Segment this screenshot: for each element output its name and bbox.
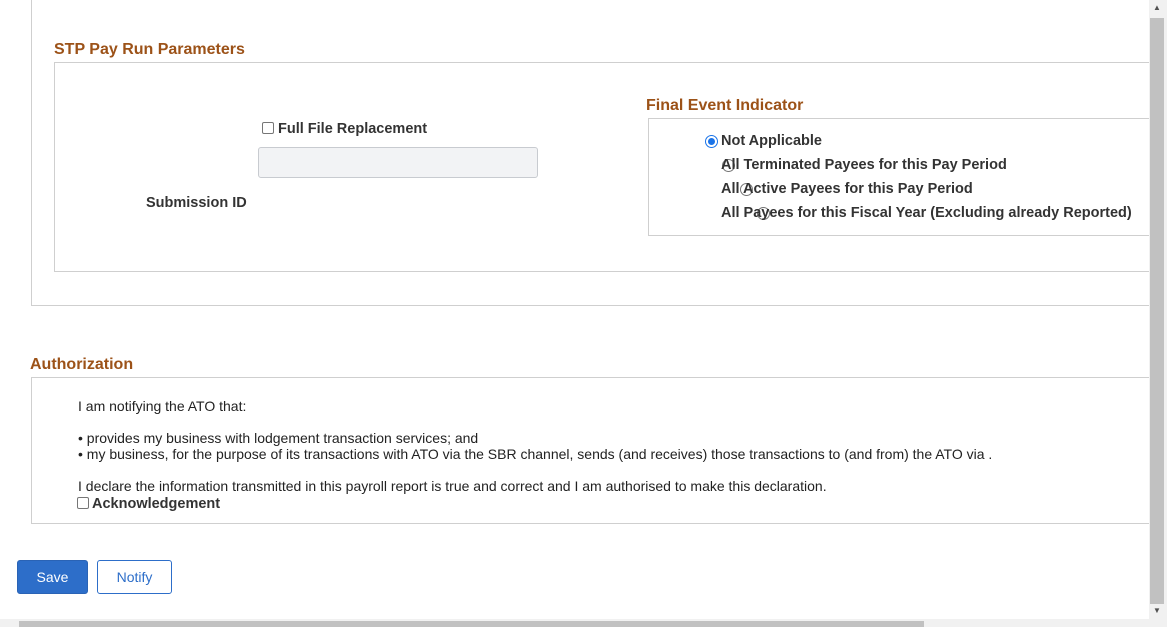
- radio-label-not-applicable: Not Applicable: [721, 133, 822, 149]
- radio-label-all-terminated-payees: All Terminated Payees for this Pay Perio…: [721, 157, 1007, 173]
- scroll-down-arrow-icon[interactable]: ▼: [1153, 607, 1161, 615]
- notify-button[interactable]: Notify: [97, 560, 172, 594]
- authorization-intro: I am notifying the ATO that:: [78, 398, 247, 414]
- authorization-title: Authorization: [30, 356, 134, 373]
- save-button[interactable]: Save: [17, 560, 88, 594]
- full-file-replacement-checkbox[interactable]: [262, 122, 274, 134]
- scroll-up-arrow-icon[interactable]: ▲: [1153, 4, 1161, 12]
- radio-label-all-payees-fiscal-year: All Payees for this Fiscal Year (Excludi…: [721, 205, 1132, 221]
- authorization-declaration: I declare the information transmitted in…: [78, 478, 827, 494]
- stp-section-title: STP Pay Run Parameters: [54, 41, 245, 58]
- radio-label-all-active-payees: All Active Payees for this Pay Period: [721, 181, 973, 197]
- submission-id-label: Submission ID: [146, 195, 247, 211]
- vertical-scrollbar-thumb[interactable]: [1150, 18, 1164, 604]
- horizontal-scrollbar-thumb[interactable]: [19, 621, 924, 627]
- final-event-title: Final Event Indicator: [646, 97, 804, 114]
- acknowledgement-label: Acknowledgement: [92, 496, 221, 512]
- submission-id-input[interactable]: [258, 147, 538, 178]
- authorization-bullet-2: • my business, for the purpose of its tr…: [78, 446, 993, 462]
- full-file-replacement-label: Full File Replacement: [278, 121, 428, 137]
- authorization-bullet-1: • provides my business with lodgement tr…: [78, 430, 479, 446]
- radio-not-applicable[interactable]: [705, 135, 718, 148]
- acknowledgement-checkbox[interactable]: [77, 497, 89, 509]
